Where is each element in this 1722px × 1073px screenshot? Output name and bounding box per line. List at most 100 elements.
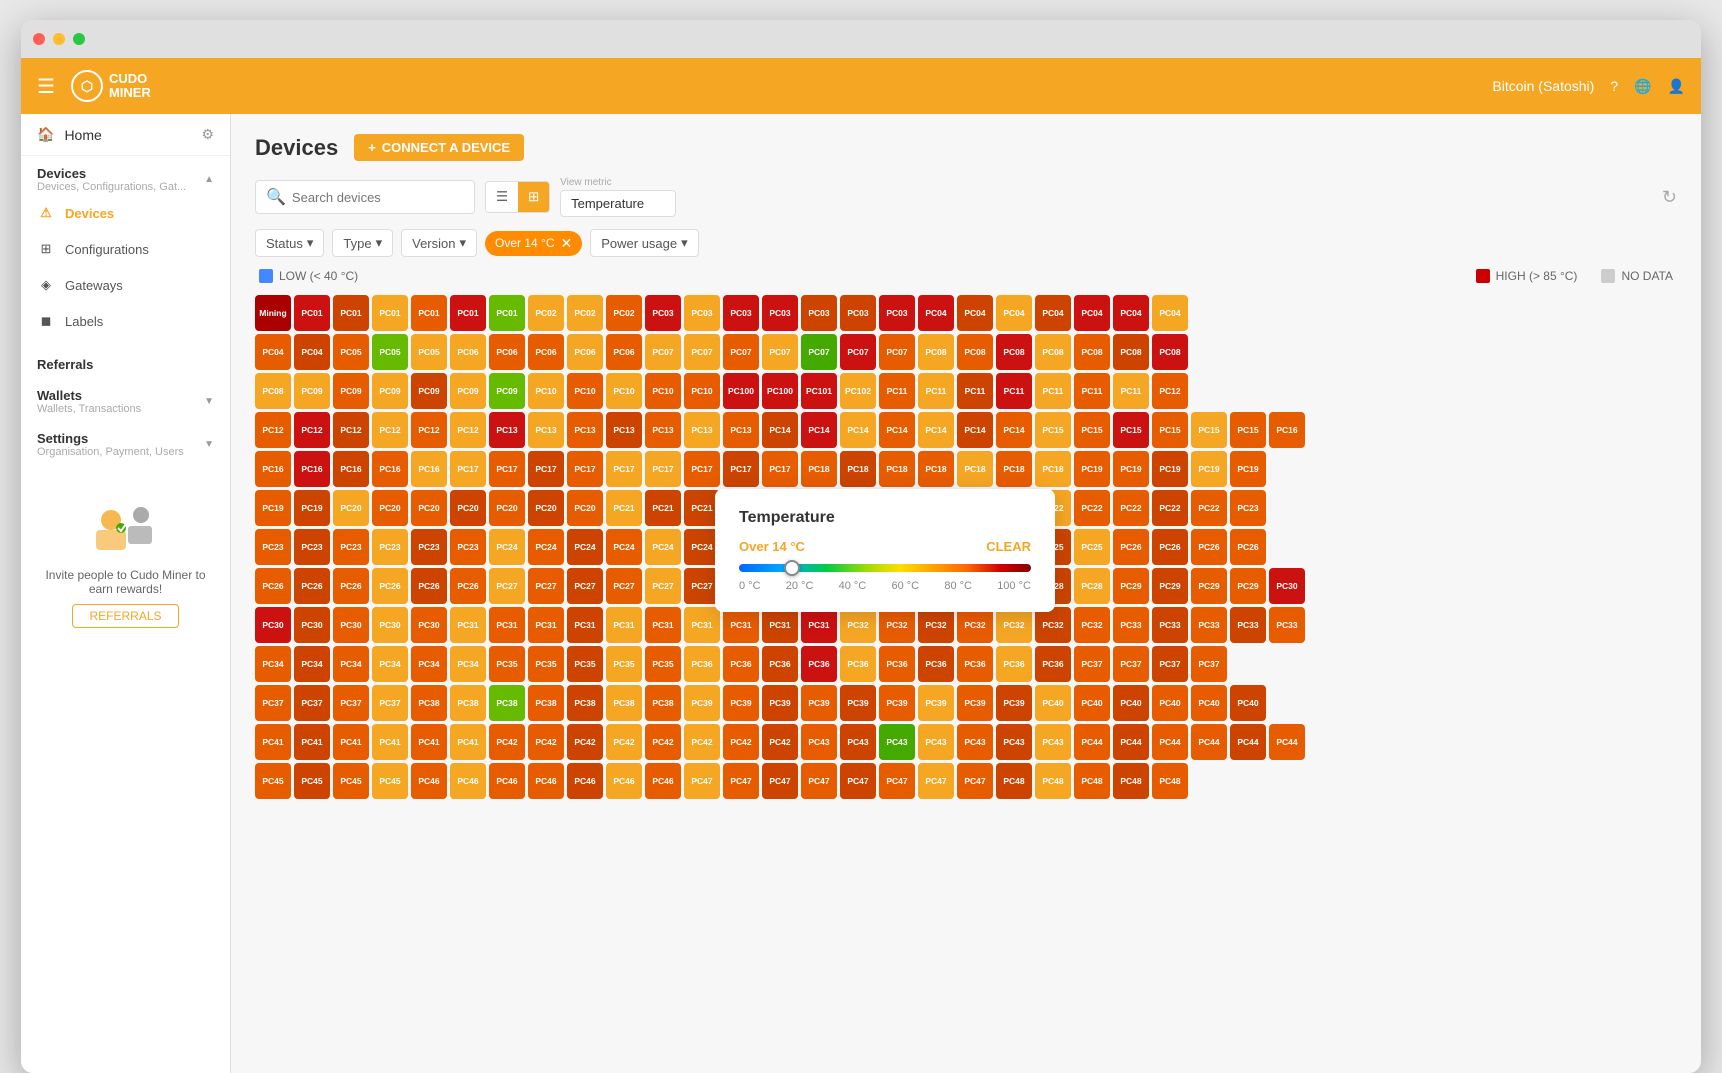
device-cell[interactable]: PC01: [333, 295, 369, 331]
device-cell[interactable]: PC23: [1230, 490, 1266, 526]
device-cell[interactable]: PC23: [450, 529, 486, 565]
device-cell[interactable]: PC09: [450, 373, 486, 409]
device-cell[interactable]: PC32: [996, 607, 1032, 643]
device-cell[interactable]: PC26: [1113, 529, 1149, 565]
device-cell[interactable]: PC48: [1074, 763, 1110, 799]
device-cell[interactable]: PC42: [645, 724, 681, 760]
device-cell[interactable]: PC16: [1269, 412, 1305, 448]
device-cell[interactable]: PC30: [294, 607, 330, 643]
device-cell[interactable]: PC47: [762, 763, 798, 799]
device-cell[interactable]: PC41: [294, 724, 330, 760]
device-cell[interactable]: PC46: [411, 763, 447, 799]
device-cell[interactable]: PC19: [294, 490, 330, 526]
device-cell[interactable]: PC07: [879, 334, 915, 370]
device-cell[interactable]: PC17: [450, 451, 486, 487]
device-cell[interactable]: PC04: [1035, 295, 1071, 331]
device-cell[interactable]: PC20: [333, 490, 369, 526]
device-cell[interactable]: PC46: [606, 763, 642, 799]
device-cell[interactable]: PC22: [1074, 490, 1110, 526]
device-cell[interactable]: PC47: [684, 763, 720, 799]
device-cell[interactable]: PC39: [684, 685, 720, 721]
device-cell[interactable]: PC18: [879, 451, 915, 487]
device-cell[interactable]: PC31: [489, 607, 525, 643]
device-cell[interactable]: PC14: [996, 412, 1032, 448]
device-cell[interactable]: PC15: [1074, 412, 1110, 448]
device-cell[interactable]: PC12: [450, 412, 486, 448]
device-cell[interactable]: PC27: [489, 568, 525, 604]
device-cell[interactable]: PC05: [372, 334, 408, 370]
device-cell[interactable]: PC23: [255, 529, 291, 565]
device-cell[interactable]: PC14: [801, 412, 837, 448]
device-cell[interactable]: PC37: [1113, 646, 1149, 682]
device-cell[interactable]: PC42: [489, 724, 525, 760]
device-cell[interactable]: PC10: [645, 373, 681, 409]
device-cell[interactable]: PC39: [840, 685, 876, 721]
device-cell[interactable]: PC13: [606, 412, 642, 448]
device-cell[interactable]: PC26: [1191, 529, 1227, 565]
device-cell[interactable]: PC17: [528, 451, 564, 487]
device-cell[interactable]: PC19: [1074, 451, 1110, 487]
wallets-section-header[interactable]: Wallets Wallets, Transactions ▼: [21, 378, 230, 417]
device-cell[interactable]: PC46: [645, 763, 681, 799]
referrals-button[interactable]: REFERRALS: [72, 604, 178, 628]
device-cell[interactable]: PC37: [372, 685, 408, 721]
search-box[interactable]: 🔍: [255, 180, 475, 214]
device-cell[interactable]: PC03: [840, 295, 876, 331]
device-cell[interactable]: PC44: [1191, 724, 1227, 760]
device-cell[interactable]: PC34: [372, 646, 408, 682]
device-cell[interactable]: PC29: [1191, 568, 1227, 604]
device-cell[interactable]: PC35: [567, 646, 603, 682]
device-cell[interactable]: PC08: [1113, 334, 1149, 370]
device-cell[interactable]: PC43: [918, 724, 954, 760]
device-cell[interactable]: PC37: [1191, 646, 1227, 682]
device-cell[interactable]: PC40: [1230, 685, 1266, 721]
device-cell[interactable]: PC07: [762, 334, 798, 370]
device-cell[interactable]: PC39: [996, 685, 1032, 721]
list-view-button[interactable]: ☰: [486, 182, 518, 212]
device-cell[interactable]: PC31: [606, 607, 642, 643]
device-cell[interactable]: PC43: [1035, 724, 1071, 760]
device-cell[interactable]: PC45: [255, 763, 291, 799]
device-cell[interactable]: PC03: [645, 295, 681, 331]
device-cell[interactable]: PC24: [645, 529, 681, 565]
device-cell[interactable]: PC09: [333, 373, 369, 409]
device-cell[interactable]: PC44: [1074, 724, 1110, 760]
device-cell[interactable]: PC17: [645, 451, 681, 487]
device-cell[interactable]: PC01: [450, 295, 486, 331]
device-cell[interactable]: PC47: [840, 763, 876, 799]
device-cell[interactable]: PC37: [1074, 646, 1110, 682]
device-cell[interactable]: PC34: [333, 646, 369, 682]
device-cell[interactable]: PC17: [489, 451, 525, 487]
device-cell[interactable]: PC03: [801, 295, 837, 331]
device-cell[interactable]: PC102: [840, 373, 876, 409]
device-cell[interactable]: PC17: [762, 451, 798, 487]
device-cell[interactable]: PC37: [333, 685, 369, 721]
sidebar-item-labels[interactable]: ◼ Labels: [21, 303, 230, 339]
device-cell[interactable]: PC04: [996, 295, 1032, 331]
device-cell[interactable]: PC11: [918, 373, 954, 409]
device-cell[interactable]: PC16: [372, 451, 408, 487]
device-cell[interactable]: PC38: [450, 685, 486, 721]
device-cell[interactable]: PC36: [996, 646, 1032, 682]
device-cell[interactable]: PC10: [684, 373, 720, 409]
device-cell[interactable]: PC31: [801, 607, 837, 643]
device-cell[interactable]: PC30: [1269, 568, 1305, 604]
device-cell[interactable]: PC04: [1152, 295, 1188, 331]
device-cell[interactable]: PC32: [879, 607, 915, 643]
device-cell[interactable]: PC27: [645, 568, 681, 604]
device-cell[interactable]: PC17: [723, 451, 759, 487]
temp-clear-button[interactable]: CLEAR: [986, 539, 1031, 554]
device-cell[interactable]: PC44: [1269, 724, 1305, 760]
device-cell[interactable]: PC20: [489, 490, 525, 526]
device-cell[interactable]: PC47: [957, 763, 993, 799]
device-cell[interactable]: PC40: [1191, 685, 1227, 721]
device-cell[interactable]: PC31: [567, 607, 603, 643]
device-cell[interactable]: PC45: [294, 763, 330, 799]
device-cell[interactable]: PC38: [567, 685, 603, 721]
device-cell[interactable]: PC02: [567, 295, 603, 331]
device-cell[interactable]: PC32: [1035, 607, 1071, 643]
device-cell[interactable]: PC12: [255, 412, 291, 448]
device-cell[interactable]: PC23: [294, 529, 330, 565]
device-cell[interactable]: PC46: [489, 763, 525, 799]
device-cell[interactable]: PC19: [1152, 451, 1188, 487]
